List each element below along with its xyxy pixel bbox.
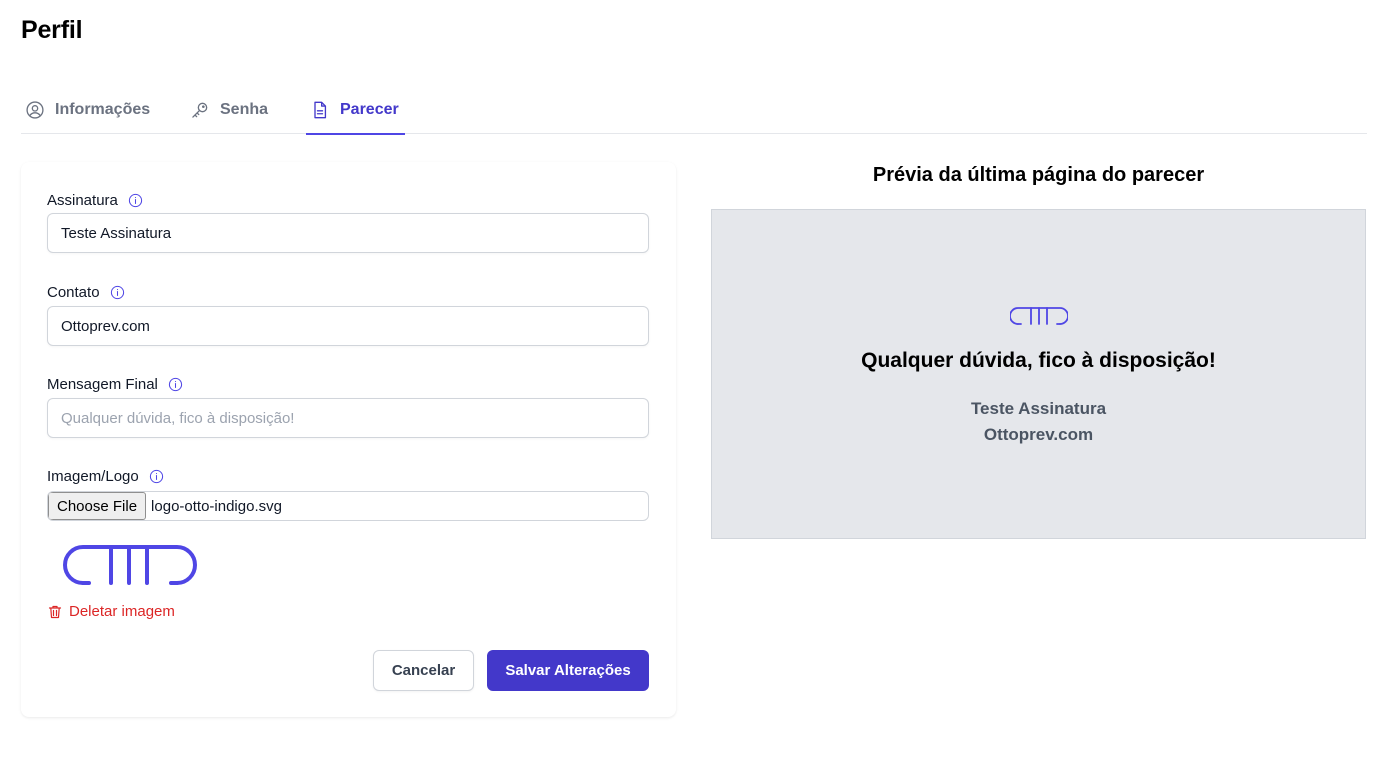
last-page-preview: Qualquer dúvida, fico à disposição! Test… [711,209,1366,539]
cancel-button[interactable]: Cancelar [373,650,474,691]
tab-label: Senha [220,101,269,118]
tab-label: Parecer [340,101,399,118]
contact-label: Contato [47,284,125,301]
tab-informacoes[interactable]: Informações [25,86,150,134]
delete-image-button[interactable]: Deletar imagem [47,603,175,620]
info-icon[interactable] [110,285,125,300]
otto-logo-image [1010,307,1068,325]
info-icon[interactable] [128,193,143,208]
image-label: Imagem/Logo [47,468,164,485]
user-circle-icon [26,101,44,119]
key-icon [192,102,208,118]
image-file-input[interactable]: Choose File logo-otto-indigo.svg [47,491,649,521]
otto-logo-image [63,545,197,585]
tab-parecer[interactable]: Parecer [306,86,405,135]
document-icon [314,101,327,119]
preview-final-message: Qualquer dúvida, fico à disposição! [861,349,1216,372]
preview-contact: Ottoprev.com [983,425,1094,444]
info-icon[interactable] [149,469,164,484]
final-message-input[interactable] [47,398,649,438]
info-icon[interactable] [168,377,183,392]
selected-file-name: logo-otto-indigo.svg [151,497,282,515]
signature-label: Assinatura [47,192,143,209]
preview-title: Prévia da última página do parecer [872,164,1205,186]
save-changes-button[interactable]: Salvar Alterações [487,650,649,691]
choose-file-button[interactable]: Choose File [48,492,147,520]
parecer-settings-card: Assinatura Contato Mensagem Final Imagem… [21,162,676,717]
signature-input[interactable] [47,213,649,253]
page-title: Perfil [21,16,83,44]
tab-label: Informações [55,101,151,118]
final-message-label: Mensagem Final [47,376,183,393]
contact-input[interactable] [47,306,649,346]
trash-icon [48,605,62,618]
preview-signature: Teste Assinatura [970,399,1107,418]
profile-tabs: Informações Senha Parecer [21,86,1367,135]
tab-senha[interactable]: Senha [190,86,268,134]
